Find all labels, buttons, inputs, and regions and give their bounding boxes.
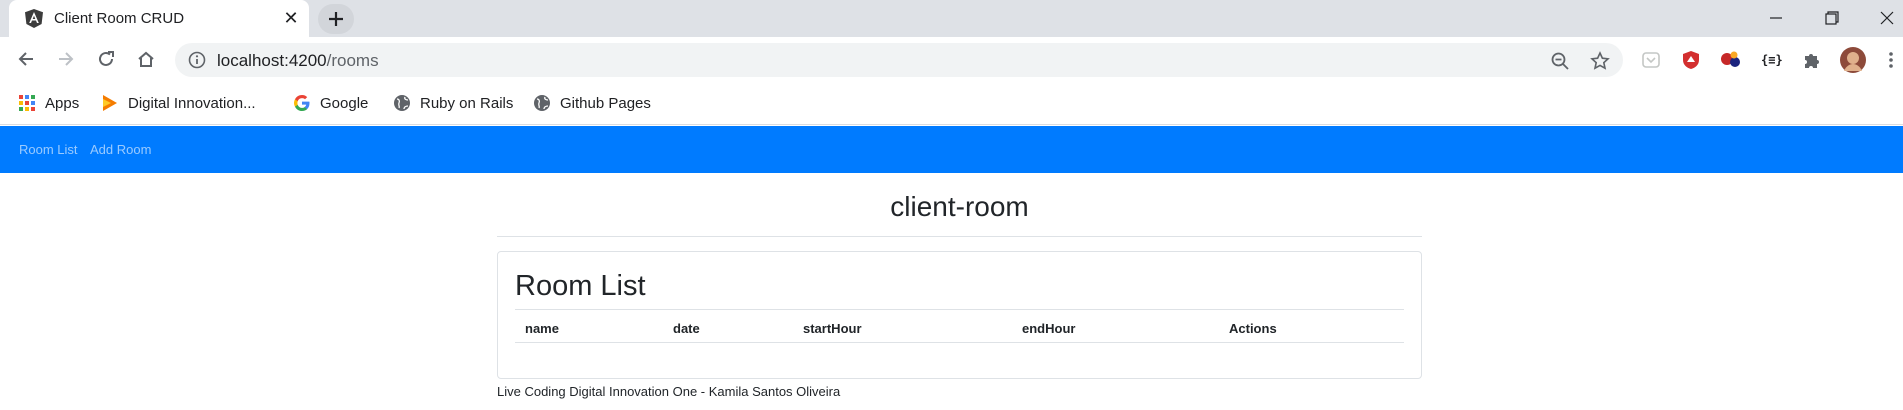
bookmark-label: Ruby on Rails [420, 94, 514, 112]
browser-tab-strip: Client Room CRUD ✕ [0, 0, 1903, 37]
angular-logo-icon [25, 9, 43, 28]
url-text: localhost:4200/rooms [217, 51, 379, 71]
bookmark-google[interactable]: Google [293, 92, 368, 114]
url-host: localhost:4200 [217, 51, 327, 70]
bookmarks-bar: Apps Digital Innovation... Google Ruby o… [0, 82, 1903, 125]
pocket-extension-icon[interactable] [1640, 49, 1662, 71]
globe-icon [394, 95, 410, 111]
room-list-card: Room List name date startHour endHour Ac… [497, 251, 1422, 379]
close-window-button[interactable] [1875, 6, 1899, 30]
nav-link-room-list[interactable]: Room List [19, 142, 78, 157]
home-icon [138, 51, 154, 67]
home-button[interactable] [133, 46, 159, 72]
browser-toolbar: localhost:4200/rooms {≡} [0, 37, 1903, 82]
browser-tab[interactable]: Client Room CRUD ✕ [9, 0, 309, 37]
shield-extension-icon[interactable] [1680, 49, 1702, 71]
bookmark-label: Apps [45, 94, 80, 112]
column-header-name: name [525, 321, 559, 336]
tab-title: Client Room CRUD [54, 10, 185, 27]
star-bookmark-icon[interactable] [1590, 51, 1610, 71]
dio-bookmark-icon [103, 95, 117, 111]
column-header-date: date [673, 321, 700, 336]
new-tab-button[interactable] [318, 4, 354, 34]
zoom-icon[interactable] [1550, 51, 1570, 71]
bookmark-github-pages[interactable]: Github Pages [533, 92, 651, 114]
bookmark-label: Google [320, 94, 369, 112]
nav-link-add-room[interactable]: Add Room [90, 142, 151, 157]
close-icon [1880, 11, 1894, 25]
minimize-window-button[interactable] [1764, 6, 1788, 30]
profile-avatar[interactable] [1840, 47, 1866, 73]
reload-icon [99, 51, 114, 66]
minimize-icon [1770, 17, 1782, 19]
close-tab-icon[interactable]: ✕ [279, 6, 303, 30]
json-extension-icon[interactable]: {≡} [1760, 49, 1782, 71]
bookmark-digital-innovation[interactable]: Digital Innovation... [101, 92, 256, 114]
arrow-right-icon [59, 52, 74, 66]
app-navbar: Room List Add Room [0, 126, 1903, 173]
reload-button[interactable] [93, 46, 119, 72]
puzzle-extensions-icon[interactable] [1800, 49, 1822, 71]
restore-icon [1825, 11, 1839, 25]
bookmark-ruby-on-rails[interactable]: Ruby on Rails [393, 92, 513, 114]
apps-grid-icon [19, 95, 35, 111]
bookmark-label: Digital Innovation... [128, 94, 256, 112]
spheres-extension-icon[interactable] [1720, 49, 1742, 71]
page-title: client-room [890, 191, 1029, 222]
title-divider [497, 236, 1422, 237]
column-header-start-hour: startHour [803, 321, 862, 336]
bookmark-apps[interactable]: Apps [18, 92, 79, 114]
forward-button[interactable] [53, 46, 79, 72]
footer-text: Live Coding Digital Innovation One - Kam… [497, 384, 841, 399]
arrow-left-icon [18, 52, 33, 66]
svg-text:{≡}: {≡} [1761, 53, 1782, 67]
card-title: Room List [515, 270, 646, 302]
url-path: /rooms [326, 51, 379, 70]
back-button[interactable] [13, 46, 39, 72]
plus-icon [329, 12, 343, 26]
rooms-table: name date startHour endHour Actions [515, 309, 1404, 343]
bookmark-label: Github Pages [560, 94, 651, 112]
column-header-actions: Actions [1229, 321, 1277, 336]
globe-icon [534, 95, 550, 111]
info-icon[interactable] [188, 51, 206, 69]
column-header-end-hour: endHour [1022, 321, 1076, 336]
google-icon [294, 95, 310, 111]
restore-window-button[interactable] [1820, 6, 1844, 30]
address-bar[interactable]: localhost:4200/rooms [175, 43, 1623, 77]
menu-kebab-icon[interactable] [1880, 49, 1902, 71]
